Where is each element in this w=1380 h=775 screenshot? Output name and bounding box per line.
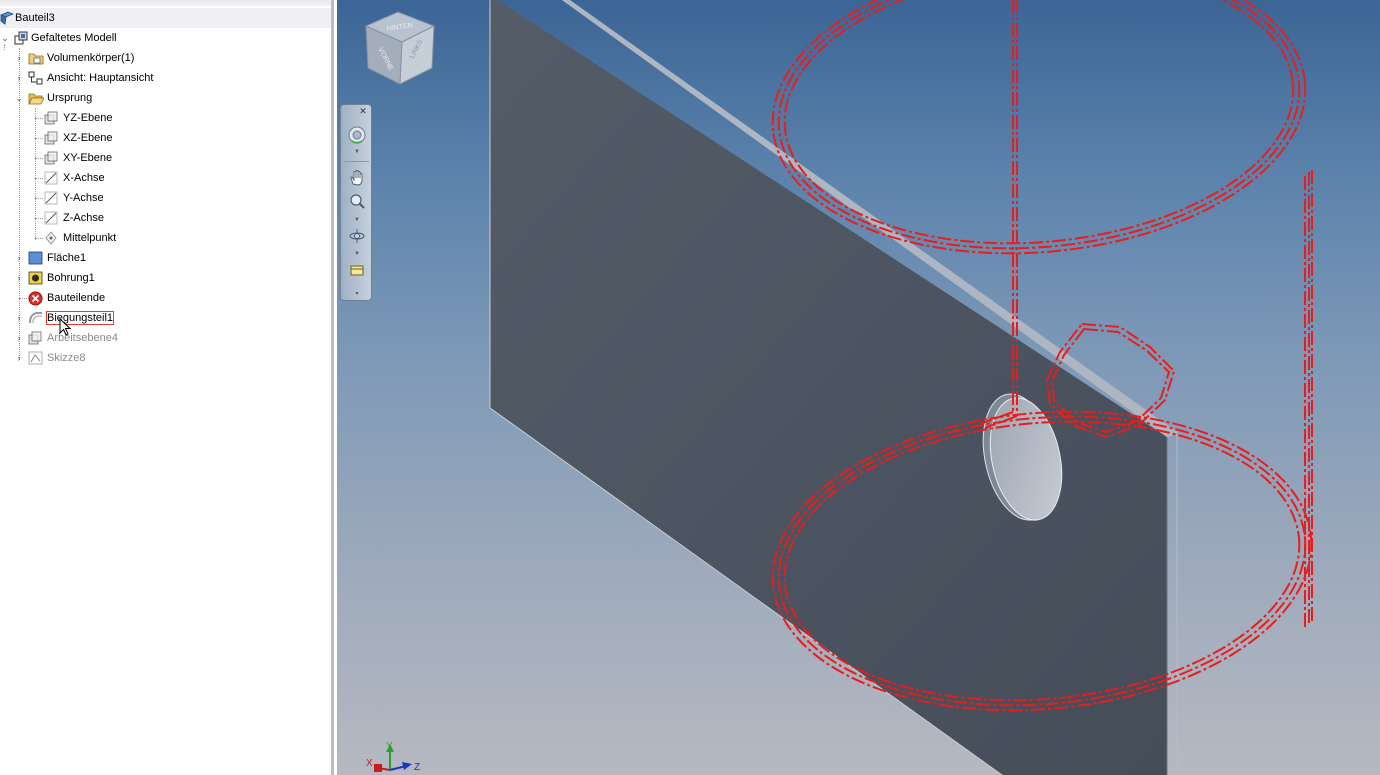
axis-z-label: Z [414,762,420,773]
tree-node-label: Y-Achse [63,192,104,204]
separator [345,161,369,162]
work-plane-icon [44,131,59,145]
axis-y-label: Y [386,741,393,752]
tree-node-label: Volumenkörper(1) [47,52,135,64]
tree-line [19,298,27,299]
tree-node-label: YZ-Ebene [63,112,113,124]
collapse-chevron-icon[interactable]: ⌄ [14,88,24,108]
tree-node-label: X-Achse [63,172,105,184]
tree-node-label: Z-Achse [63,212,104,224]
expand-chevron-icon[interactable]: › [14,248,24,268]
steering-wheel-icon[interactable] [347,125,367,145]
work-axis-icon [44,191,59,205]
tree-node-label: Gefaltetes Modell [31,32,117,44]
tree-node-label: Arbeitsebene4 [47,332,118,344]
folder-open-icon [28,91,45,105]
tree-node-label: Bohrung1 [47,272,95,284]
tree-node-label: Biegungsteil1 [46,311,115,325]
tree-node-label: Fläche1 [47,252,87,264]
customize-icon[interactable]: ▾ [353,291,361,297]
sheet-metal-plate[interactable] [489,0,1178,775]
chevron-down-icon[interactable]: ▼ [353,149,361,155]
tree-node-label: Bauteilende [47,292,106,304]
axis-x-label: X [366,758,373,769]
coordinate-triad: X Y Z [366,741,420,773]
orbit-icon[interactable] [347,227,367,247]
view-rep-icon [28,71,43,85]
work-axis-icon [44,211,59,225]
zoom-icon[interactable] [347,193,367,213]
tree-line [35,198,43,199]
tree-node-label: Ursprung [47,92,93,104]
collapse-chevron-icon[interactable]: ⌄ [0,28,10,48]
tree-node-label: XZ-Ebene [63,132,113,144]
expand-chevron-icon[interactable]: › [14,48,24,68]
tree-line [35,118,43,119]
mouse-cursor-icon [59,318,72,336]
hole-feature-icon [28,271,43,285]
navigation-bar: ✕ ▼ ▼ ▼ ▾ [340,104,372,301]
tree-line [35,138,43,139]
work-point-icon [44,231,59,245]
expand-chevron-icon[interactable]: › [14,348,24,368]
work-axis-icon [44,171,59,185]
tree-line [35,108,36,240]
work-plane-icon [44,151,59,165]
tree-node-root[interactable]: Bauteil3 [0,8,331,28]
expand-chevron-icon[interactable]: › [14,308,24,328]
close-icon[interactable]: ✕ [358,106,368,116]
work-plane-icon [44,111,59,125]
chevron-down-icon[interactable]: ▼ [353,251,361,257]
look-at-icon[interactable] [347,261,367,281]
expand-chevron-icon[interactable]: › [14,68,24,88]
end-of-part-icon [28,291,43,306]
folder-solid-bodies-icon [28,51,44,65]
work-plane-icon [28,331,43,345]
tree-line [35,218,43,219]
expand-chevron-icon[interactable]: › [14,268,24,288]
folded-model-icon [14,31,29,45]
sketch-icon [28,351,43,365]
pan-hand-icon[interactable] [347,169,367,189]
tree-node-label: Mittelpunkt [63,232,117,244]
tree-node-label: Skizze8 [47,352,86,364]
model-canvas[interactable] [337,0,1380,775]
part-icon [0,11,15,25]
face-feature-icon [28,251,43,265]
tree-node-label: Ansicht: Hauptansicht [47,72,154,84]
graphics-window[interactable] [337,0,1380,775]
viewcube[interactable]: HINTEN VORNE LINKS [360,10,440,90]
expand-chevron-icon[interactable]: › [14,328,24,348]
tree-node-label: Bauteil3 [15,12,55,24]
tree-line [35,178,43,179]
browser-header-strip [0,0,331,6]
chevron-down-icon[interactable]: ▼ [353,217,361,223]
model-browser: Bauteil3 ⌄ Gefaltetes Modell › Volumenkör… [0,0,334,775]
tree-line [35,158,43,159]
bend-part-icon [28,311,43,325]
tree-line [35,238,43,239]
tree-node-label: XY-Ebene [63,152,113,164]
